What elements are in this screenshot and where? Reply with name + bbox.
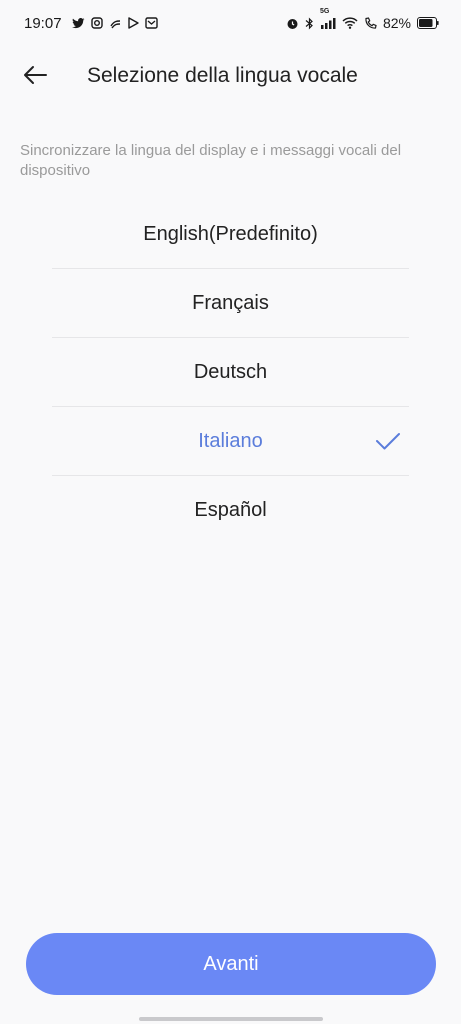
home-indicator	[139, 1017, 323, 1021]
network-label: 5G	[319, 8, 330, 15]
battery-percent: 82%	[382, 15, 411, 31]
language-label: Français	[192, 291, 269, 314]
arrow-left-icon	[22, 65, 48, 90]
language-label: Español	[194, 498, 267, 521]
language-label: Italiano	[198, 429, 263, 452]
twitter-icon	[71, 17, 85, 29]
status-bar: 19:07 5G 82%	[0, 0, 461, 46]
link-app-icon	[109, 18, 122, 29]
language-option-francais[interactable]: Français	[52, 269, 409, 338]
play-store-icon	[127, 17, 139, 29]
signal-icon: 5G	[320, 8, 336, 29]
language-label: English(Predefinito)	[143, 222, 318, 245]
battery-icon	[417, 17, 439, 29]
checkmark-icon	[375, 431, 401, 451]
status-time: 19:07	[24, 14, 62, 32]
mail-icon	[144, 17, 158, 29]
page-title: Selezione della lingua vocale	[87, 64, 358, 87]
instagram-icon	[90, 17, 103, 29]
bluetooth-icon	[305, 17, 314, 30]
header: Selezione della lingua vocale	[0, 50, 461, 106]
language-label: Deutsch	[193, 360, 268, 383]
language-list: English(Predefinito) Français Deutsch It…	[52, 200, 409, 544]
status-left: 19:07	[24, 15, 158, 32]
back-button[interactable]	[18, 62, 52, 92]
language-option-deutsch[interactable]: Deutsch	[52, 338, 409, 407]
status-right: 5G 82%	[286, 8, 439, 31]
language-option-espanol[interactable]: Español	[52, 476, 409, 544]
call-icon	[364, 16, 377, 30]
wifi-icon	[342, 17, 358, 29]
language-option-english[interactable]: English(Predefinito)	[52, 200, 409, 269]
next-button[interactable]: Avanti	[26, 933, 436, 995]
alarm-icon	[286, 17, 299, 30]
screen: 19:07 5G 82% Selezione della lingua voca…	[0, 0, 461, 1024]
description-text: Sincronizzare la lingua del display e i …	[20, 142, 402, 179]
language-option-italiano[interactable]: Italiano	[52, 407, 409, 476]
